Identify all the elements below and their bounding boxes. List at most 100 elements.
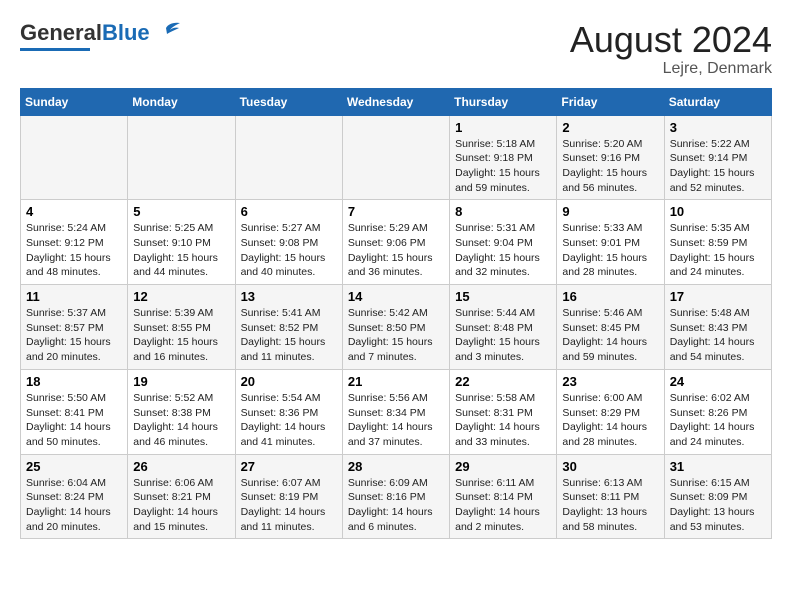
day-info: Sunrise: 5:20 AM Sunset: 9:16 PM Dayligh… [562,137,658,196]
day-info: Sunrise: 6:11 AM Sunset: 8:14 PM Dayligh… [455,476,551,535]
calendar-cell: 21 Sunrise: 5:56 AM Sunset: 8:34 PM Dayli… [342,369,449,454]
calendar-cell: 24 Sunrise: 6:02 AM Sunset: 8:26 PM Dayli… [664,369,771,454]
calendar-cell [128,115,235,200]
day-number: 3 [670,120,766,135]
day-number: 27 [241,459,337,474]
day-info: Sunrise: 5:56 AM Sunset: 8:34 PM Dayligh… [348,391,444,450]
day-info: Sunrise: 5:27 AM Sunset: 9:08 PM Dayligh… [241,221,337,280]
calendar-cell: 7 Sunrise: 5:29 AM Sunset: 9:06 PM Daylig… [342,200,449,285]
calendar-cell: 30 Sunrise: 6:13 AM Sunset: 8:11 PM Dayli… [557,454,664,539]
day-number: 31 [670,459,766,474]
day-info: Sunrise: 5:22 AM Sunset: 9:14 PM Dayligh… [670,137,766,196]
logo-blue-text: Blue [102,20,150,46]
day-info: Sunrise: 5:33 AM Sunset: 9:01 PM Dayligh… [562,221,658,280]
calendar-cell: 3 Sunrise: 5:22 AM Sunset: 9:14 PM Daylig… [664,115,771,200]
day-number: 18 [26,374,122,389]
col-monday: Monday [128,88,235,115]
day-info: Sunrise: 5:24 AM Sunset: 9:12 PM Dayligh… [26,221,122,280]
day-info: Sunrise: 5:18 AM Sunset: 9:18 PM Dayligh… [455,137,551,196]
calendar-cell: 13Sunrise: 5:41 AM Sunset: 8:52 PM Dayli… [235,285,342,370]
day-info: Sunrise: 6:09 AM Sunset: 8:16 PM Dayligh… [348,476,444,535]
calendar-cell: 27 Sunrise: 6:07 AM Sunset: 8:19 PM Dayli… [235,454,342,539]
calendar-cell: 15 Sunrise: 5:44 AM Sunset: 8:48 PM Dayli… [450,285,557,370]
day-number: 8 [455,204,551,219]
day-info: Sunrise: 6:15 AM Sunset: 8:09 PM Dayligh… [670,476,766,535]
calendar-week-2: 4 Sunrise: 5:24 AM Sunset: 9:12 PM Daylig… [21,200,772,285]
page-header: General Blue August 2024 Lejre, Denmark [20,20,772,78]
day-number: 28 [348,459,444,474]
col-friday: Friday [557,88,664,115]
calendar-cell: 5 Sunrise: 5:25 AM Sunset: 9:10 PM Daylig… [128,200,235,285]
day-number: 7 [348,204,444,219]
calendar-table: Sunday Monday Tuesday Wednesday Thursday… [20,88,772,540]
day-info: Sunrise: 5:25 AM Sunset: 9:10 PM Dayligh… [133,221,229,280]
day-info: Sunrise: 5:58 AM Sunset: 8:31 PM Dayligh… [455,391,551,450]
day-number: 21 [348,374,444,389]
day-number: 2 [562,120,658,135]
calendar-title: August 2024 [570,20,772,60]
calendar-cell: 19 Sunrise: 5:52 AM Sunset: 8:38 PM Dayli… [128,369,235,454]
calendar-cell [342,115,449,200]
day-number: 24 [670,374,766,389]
day-info: Sunrise: 5:54 AM Sunset: 8:36 PM Dayligh… [241,391,337,450]
calendar-cell: 8Sunrise: 5:31 AM Sunset: 9:04 PM Daylig… [450,200,557,285]
day-info: Sunrise: 5:52 AM Sunset: 8:38 PM Dayligh… [133,391,229,450]
col-wednesday: Wednesday [342,88,449,115]
calendar-cell: 11 Sunrise: 5:37 AM Sunset: 8:57 PM Dayli… [21,285,128,370]
calendar-cell: 16Sunrise: 5:46 AM Sunset: 8:45 PM Dayli… [557,285,664,370]
day-number: 5 [133,204,229,219]
day-info: Sunrise: 6:00 AM Sunset: 8:29 PM Dayligh… [562,391,658,450]
day-number: 4 [26,204,122,219]
calendar-cell: 25Sunrise: 6:04 AM Sunset: 8:24 PM Dayli… [21,454,128,539]
day-number: 26 [133,459,229,474]
day-number: 25 [26,459,122,474]
col-saturday: Saturday [664,88,771,115]
calendar-cell: 14Sunrise: 5:42 AM Sunset: 8:50 PM Dayli… [342,285,449,370]
day-number: 12 [133,289,229,304]
logo-general-text: General [20,20,102,46]
day-info: Sunrise: 5:37 AM Sunset: 8:57 PM Dayligh… [26,306,122,365]
calendar-cell: 9 Sunrise: 5:33 AM Sunset: 9:01 PM Daylig… [557,200,664,285]
day-number: 9 [562,204,658,219]
logo: General Blue [20,20,180,51]
calendar-cell: 6 Sunrise: 5:27 AM Sunset: 9:08 PM Daylig… [235,200,342,285]
logo-divider [20,48,90,51]
calendar-cell: 17 Sunrise: 5:48 AM Sunset: 8:43 PM Dayli… [664,285,771,370]
day-info: Sunrise: 5:50 AM Sunset: 8:41 PM Dayligh… [26,391,122,450]
col-thursday: Thursday [450,88,557,115]
day-info: Sunrise: 5:44 AM Sunset: 8:48 PM Dayligh… [455,306,551,365]
col-sunday: Sunday [21,88,128,115]
calendar-cell [235,115,342,200]
day-number: 13 [241,289,337,304]
day-number: 16 [562,289,658,304]
day-number: 17 [670,289,766,304]
calendar-week-3: 11 Sunrise: 5:37 AM Sunset: 8:57 PM Dayli… [21,285,772,370]
calendar-cell: 28 Sunrise: 6:09 AM Sunset: 8:16 PM Dayli… [342,454,449,539]
day-number: 11 [26,289,122,304]
calendar-subtitle: Lejre, Denmark [570,60,772,78]
calendar-cell: 22Sunrise: 5:58 AM Sunset: 8:31 PM Dayli… [450,369,557,454]
day-number: 23 [562,374,658,389]
calendar-cell: 26 Sunrise: 6:06 AM Sunset: 8:21 PM Dayli… [128,454,235,539]
day-info: Sunrise: 6:07 AM Sunset: 8:19 PM Dayligh… [241,476,337,535]
calendar-cell: 29Sunrise: 6:11 AM Sunset: 8:14 PM Dayli… [450,454,557,539]
day-info: Sunrise: 5:35 AM Sunset: 8:59 PM Dayligh… [670,221,766,280]
day-info: Sunrise: 6:02 AM Sunset: 8:26 PM Dayligh… [670,391,766,450]
day-number: 15 [455,289,551,304]
day-info: Sunrise: 5:39 AM Sunset: 8:55 PM Dayligh… [133,306,229,365]
day-info: Sunrise: 5:48 AM Sunset: 8:43 PM Dayligh… [670,306,766,365]
calendar-cell: 31 Sunrise: 6:15 AM Sunset: 8:09 PM Dayli… [664,454,771,539]
calendar-cell: 1Sunrise: 5:18 AM Sunset: 9:18 PM Daylig… [450,115,557,200]
day-number: 19 [133,374,229,389]
day-number: 30 [562,459,658,474]
day-info: Sunrise: 6:13 AM Sunset: 8:11 PM Dayligh… [562,476,658,535]
calendar-cell [21,115,128,200]
day-info: Sunrise: 6:06 AM Sunset: 8:21 PM Dayligh… [133,476,229,535]
day-info: Sunrise: 5:29 AM Sunset: 9:06 PM Dayligh… [348,221,444,280]
calendar-cell: 2 Sunrise: 5:20 AM Sunset: 9:16 PM Daylig… [557,115,664,200]
day-number: 20 [241,374,337,389]
calendar-week-1: 1Sunrise: 5:18 AM Sunset: 9:18 PM Daylig… [21,115,772,200]
day-number: 6 [241,204,337,219]
calendar-cell: 18 Sunrise: 5:50 AM Sunset: 8:41 PM Dayli… [21,369,128,454]
calendar-week-5: 25Sunrise: 6:04 AM Sunset: 8:24 PM Dayli… [21,454,772,539]
